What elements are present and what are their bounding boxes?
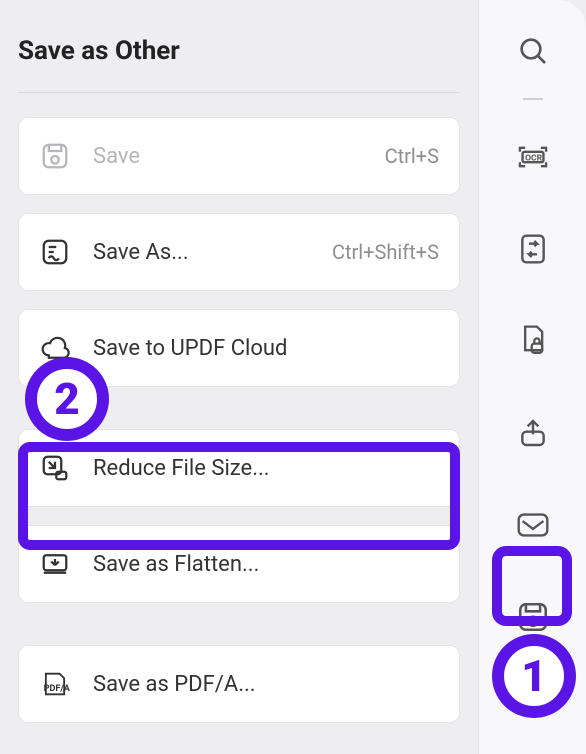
right-toolbar: OCR bbox=[478, 0, 586, 754]
item-label: Save bbox=[93, 144, 385, 169]
share-tool[interactable] bbox=[512, 412, 554, 454]
protect-tool[interactable] bbox=[512, 320, 554, 362]
save-as-item[interactable]: Save As... Ctrl+Shift+S bbox=[18, 213, 460, 291]
save-as-pdfa-item[interactable]: PDF/A Save as PDF/A... bbox=[18, 645, 460, 723]
toolbar-divider bbox=[523, 98, 543, 100]
save-as-flatten-item[interactable]: Save as Flatten... bbox=[18, 525, 460, 603]
svg-text:PDF/A: PDF/A bbox=[44, 684, 71, 694]
item-label: Save As... bbox=[93, 240, 332, 265]
search-tool[interactable] bbox=[512, 30, 554, 72]
svg-text:OCR: OCR bbox=[525, 153, 542, 163]
cloud-icon bbox=[39, 332, 71, 364]
save-as-other-panel: Save as Other Save Ctrl+S Save As... Ctr… bbox=[0, 0, 478, 754]
item-label: Save as PDF/A... bbox=[93, 672, 439, 697]
divider bbox=[18, 92, 460, 93]
item-label: Reduce File Size... bbox=[93, 456, 439, 481]
save-to-cloud-item[interactable]: Save to UPDF Cloud bbox=[18, 309, 460, 387]
convert-tool[interactable] bbox=[512, 228, 554, 270]
item-label: Save to UPDF Cloud bbox=[93, 336, 439, 361]
mail-tool[interactable] bbox=[512, 504, 554, 546]
item-shortcut: Ctrl+S bbox=[385, 144, 439, 168]
reduce-file-size-item[interactable]: Reduce File Size... bbox=[18, 429, 460, 507]
ocr-tool[interactable]: OCR bbox=[512, 136, 554, 178]
save-disk-icon bbox=[39, 140, 71, 172]
save-as-icon bbox=[39, 236, 71, 268]
item-label: Save as Flatten... bbox=[93, 552, 439, 577]
more-tool[interactable] bbox=[512, 666, 554, 708]
item-shortcut: Ctrl+Shift+S bbox=[332, 240, 439, 264]
pdfa-icon: PDF/A bbox=[39, 668, 71, 700]
panel-title: Save as Other bbox=[18, 36, 460, 66]
compress-icon bbox=[39, 452, 71, 484]
save-item[interactable]: Save Ctrl+S bbox=[18, 117, 460, 195]
save-tool[interactable] bbox=[512, 596, 554, 638]
flatten-icon bbox=[39, 548, 71, 580]
